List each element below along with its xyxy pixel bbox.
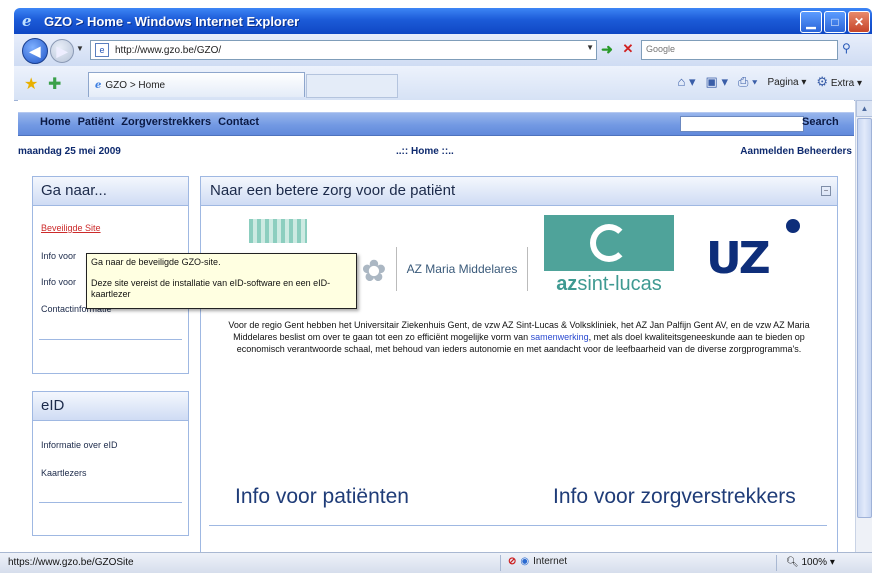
status-url: https://www.gzo.be/GZOSite	[8, 557, 134, 568]
site-search-button[interactable]: Search	[802, 116, 839, 128]
command-bar: ⌂ ▾ ▣ ▾ ⎙ ▾ Pagina ▾ ⚙ Extra ▾	[678, 74, 862, 90]
browser-search-box[interactable]	[641, 40, 838, 60]
divider	[39, 339, 182, 340]
status-bar: https://www.gzo.be/GZOSite ⊘ ◉ Internet …	[0, 552, 872, 573]
divider	[209, 525, 827, 526]
main-panel-header: Naar een betere zorg voor de patiënt −	[201, 177, 837, 206]
az-sint-lucas-logo: azsint-lucas	[544, 215, 674, 297]
window-title: GZO > Home - Windows Internet Explorer	[44, 13, 300, 29]
main-panel: Naar een betere zorg voor de patiënt − ✿…	[200, 176, 838, 552]
link-kaartlezers[interactable]: Kaartlezers	[41, 468, 87, 478]
breadcrumb: ..:: Home ::..	[396, 146, 454, 157]
current-date: maandag 25 mei 2009	[18, 146, 121, 157]
back-button[interactable]: ◀	[22, 38, 48, 64]
forward-button[interactable]: ▶	[50, 39, 74, 63]
tooltip: Ga naar de beveiligde GZO-site. Deze sit…	[86, 253, 357, 309]
link-info-patienten[interactable]: Info voor	[41, 251, 76, 261]
scroll-thumb[interactable]	[857, 118, 872, 518]
favorites-star-icon[interactable]: ★	[24, 74, 38, 94]
go-icon[interactable]: ➜	[599, 41, 615, 57]
maximize-button[interactable]: □	[824, 11, 846, 33]
divider	[500, 555, 501, 571]
admin-login-link[interactable]: Aanmelden Beheerders	[740, 146, 852, 157]
collapse-icon[interactable]: −	[821, 186, 831, 196]
print-icon[interactable]: ⎙ ▾	[738, 74, 757, 90]
stop-icon[interactable]: ✕	[620, 41, 636, 57]
tools-menu-label: Extra	[830, 78, 855, 89]
nav-home[interactable]: Home	[40, 116, 71, 128]
url-input[interactable]	[113, 43, 557, 57]
search-magnifier-icon[interactable]: ⚲	[842, 41, 851, 55]
az-sint-lucas-emblem	[544, 215, 674, 271]
link-informatie-eid[interactable]: Informatie over eID	[41, 440, 118, 450]
page-menu[interactable]: Pagina ▾	[767, 77, 806, 88]
zoom-level[interactable]: 🔍︎ 100% ▾	[786, 557, 835, 568]
page-icon: e	[95, 43, 109, 57]
uz-logo-dot	[786, 219, 800, 233]
minimize-button[interactable]: ▁	[800, 11, 822, 33]
info-patienten-link[interactable]: Info voor patiënten	[235, 485, 409, 509]
vertical-scrollbar[interactable]: ▲	[855, 100, 872, 552]
divider	[39, 502, 182, 503]
history-dropdown-icon[interactable]: ▼	[76, 44, 84, 53]
tab-gzo-home[interactable]: e GZO > Home	[88, 72, 305, 97]
jan-palfijn-logo: ✿	[361, 255, 387, 288]
zoom-value: 100%	[801, 557, 828, 568]
window-controls: ▁ □ ✕	[800, 11, 870, 33]
web-page: Home Patiënt Zorgverstrekkers Contact Se…	[18, 100, 854, 552]
ie-logo-icon: e	[22, 12, 32, 30]
site-navbar: Home Patiënt Zorgverstrekkers Contact Se…	[18, 112, 854, 136]
az-maria-middelares-logo: AZ Maria Middelares	[396, 247, 528, 291]
page-menu-label: Pagina	[767, 76, 799, 88]
main-panel-title: Naar een betere zorg voor de patiënt	[210, 182, 456, 199]
scroll-up-icon[interactable]: ▲	[856, 100, 872, 117]
window-titlebar: e GZO > Home - Windows Internet Explorer…	[14, 8, 872, 34]
close-button[interactable]: ✕	[848, 11, 870, 33]
goto-panel-title: Ga naar...	[33, 177, 188, 206]
globe-icon: ◉	[520, 556, 530, 567]
link-beveiligde-site[interactable]: Beveiligde Site	[41, 223, 101, 233]
add-favorite-icon[interactable]: ✚	[48, 74, 61, 94]
eid-panel-title: eID	[33, 392, 188, 421]
info-bar: maandag 25 mei 2009 ..:: Home ::.. Aanme…	[18, 146, 854, 160]
nav-patient[interactable]: Patiënt	[78, 116, 115, 128]
tooltip-line2: Deze site vereist de installatie van eID…	[91, 278, 331, 299]
divider	[776, 555, 777, 571]
tab-toolbar: ★ ✚ e GZO > Home ⌂ ▾ ▣ ▾ ⎙ ▾ Pagina ▾ ⚙ …	[14, 66, 872, 101]
new-tab-button[interactable]	[306, 74, 398, 98]
site-search-input[interactable]	[680, 116, 804, 132]
nav-zorgverstrekkers[interactable]: Zorgverstrekkers	[121, 116, 211, 128]
tooltip-line1: Ga naar de beveiligde GZO-site.	[91, 257, 221, 267]
info-zorgverstrekkers-link[interactable]: Info voor zorgverstrekkers	[553, 485, 796, 509]
address-toolbar: ◀ ▶ ▼ e ▼ ➜ ✕ ⚲	[14, 34, 872, 67]
uz-logo-text: UZ	[706, 233, 771, 284]
feeds-icon[interactable]: ▣ ▾	[706, 74, 728, 90]
tab-page-icon: e	[95, 79, 102, 91]
zone-label: Internet	[533, 556, 568, 567]
browser-search-input[interactable]	[646, 44, 826, 54]
gear-icon: ⚙	[816, 74, 829, 89]
tab-label: GZO > Home	[105, 79, 166, 91]
security-zone[interactable]: ⊘ ◉ Internet	[508, 556, 567, 567]
link-info-zorgverstrekkers[interactable]: Info voor	[41, 277, 76, 287]
zoom-icon: 🔍︎	[786, 557, 799, 568]
home-icon[interactable]: ⌂ ▾	[678, 74, 696, 90]
samenwerking-link[interactable]: samenwerking	[531, 332, 589, 342]
uz-gent-logo: UZ	[706, 219, 800, 299]
intro-paragraph: Voor de regio Gent hebben het Universita…	[209, 319, 829, 355]
address-bar[interactable]: e ▼	[90, 40, 597, 60]
tools-menu[interactable]: ⚙ Extra ▾	[816, 74, 862, 90]
gzo-logo	[249, 219, 307, 243]
url-dropdown-icon[interactable]: ▼	[586, 43, 594, 52]
nav-contact[interactable]: Contact	[218, 116, 259, 128]
azmm-logo-text: AZ Maria Middelares	[406, 262, 518, 276]
popup-blocked-icon[interactable]: ⊘	[508, 556, 516, 567]
az-sint-lucas-wordmark: azsint-lucas	[556, 273, 662, 295]
eid-panel: eID Informatie over eID Kaartlezers	[32, 391, 189, 536]
